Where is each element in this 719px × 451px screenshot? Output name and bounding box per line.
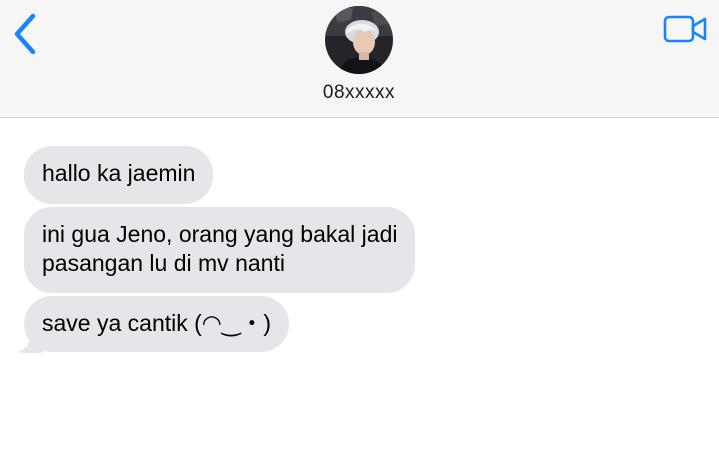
conversation-header: 08xxxxx — [0, 0, 719, 118]
message-text: hallo ka jaemin — [42, 160, 196, 186]
imessage-conversation-screen: 08xxxxx hallo ka jaemin ini gua Jeno, or… — [0, 0, 719, 451]
chevron-left-icon — [14, 13, 36, 55]
message-text-line: ini gua Jeno, orang yang bakal jadi — [42, 221, 398, 247]
message-text-line: pasangan lu di mv nanti — [42, 250, 285, 276]
avatar-photo — [325, 6, 393, 74]
video-camera-icon — [663, 15, 707, 43]
incoming-message-bubble[interactable]: ini gua Jeno, orang yang bakal jadi pasa… — [24, 207, 416, 293]
incoming-message-bubble[interactable]: save ya cantik (◠‿・) — [24, 296, 290, 352]
back-button[interactable] — [10, 12, 42, 56]
message-list: hallo ka jaemin ini gua Jeno, orang yang… — [0, 118, 719, 451]
contact-avatar[interactable] — [325, 6, 393, 74]
contact-name[interactable]: 08xxxxx — [259, 82, 459, 104]
message-text: save ya cantik (◠‿・) — [42, 310, 272, 336]
incoming-message-bubble[interactable]: hallo ka jaemin — [24, 146, 214, 204]
facetime-video-button[interactable] — [663, 13, 709, 45]
